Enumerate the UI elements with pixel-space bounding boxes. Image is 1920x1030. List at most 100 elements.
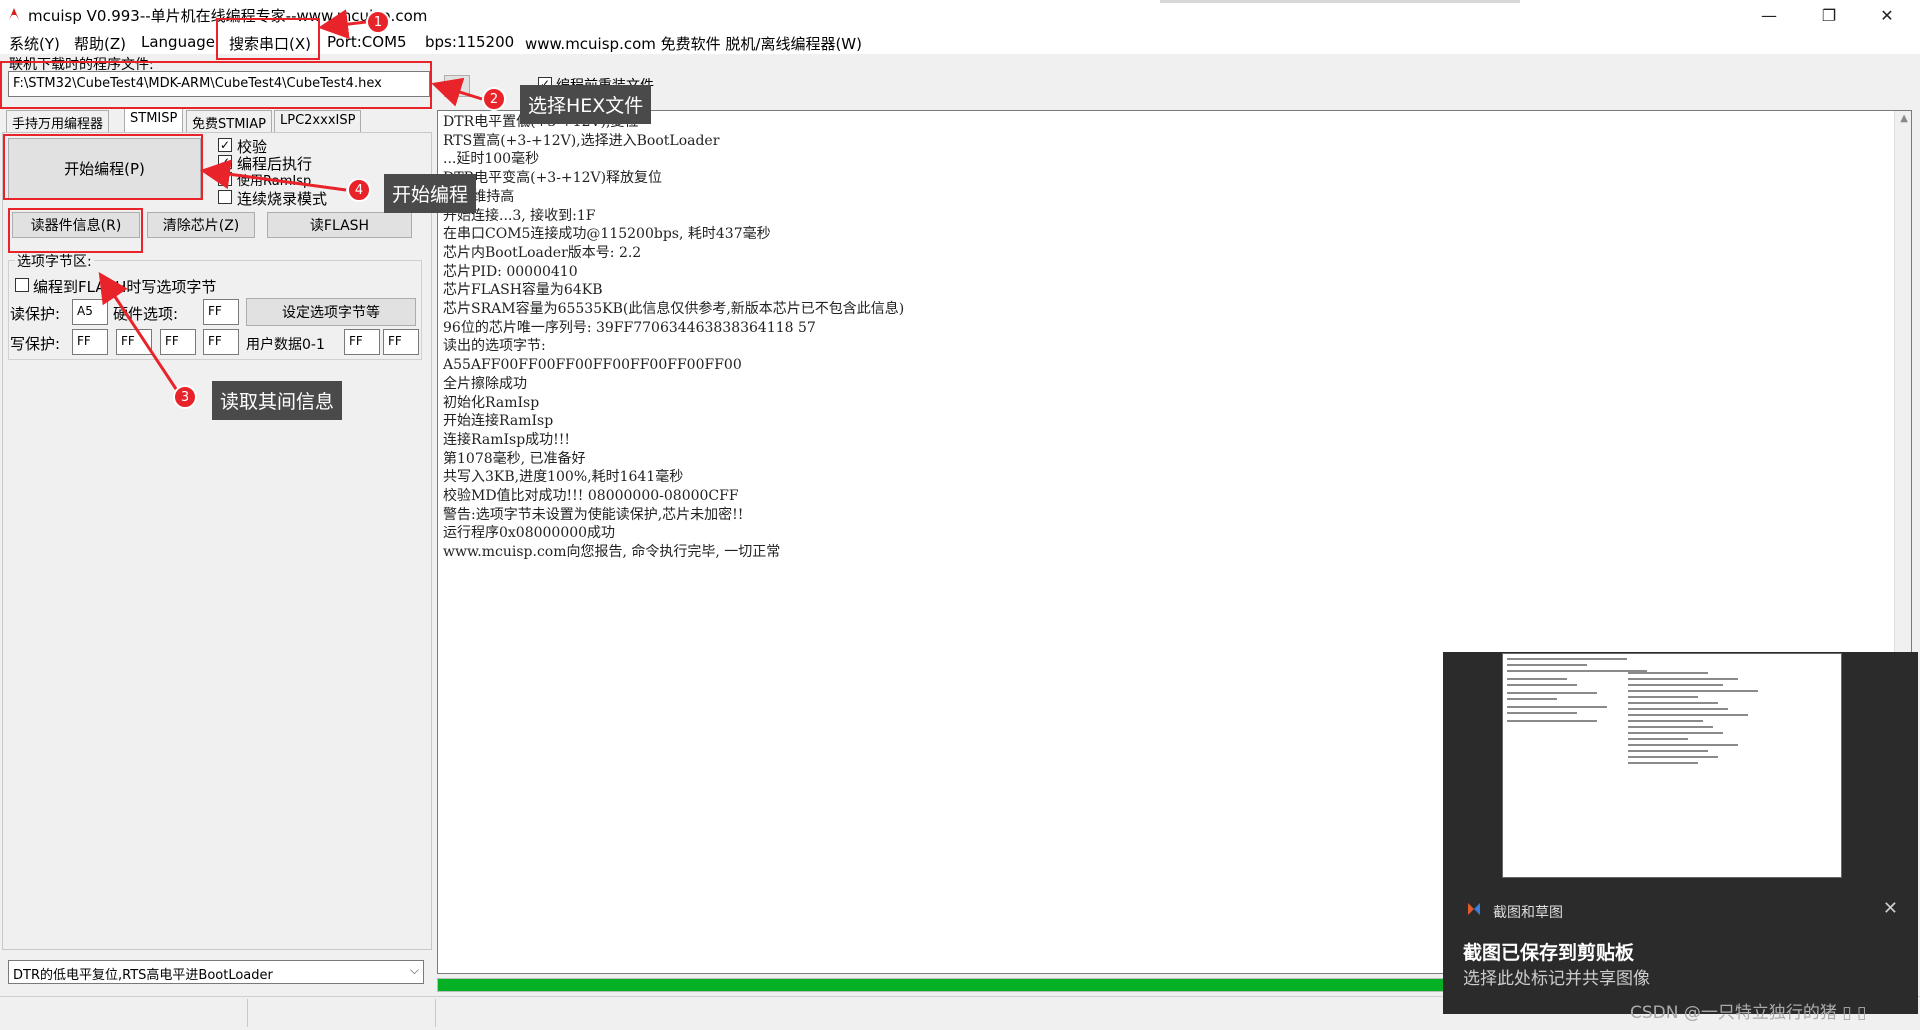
menu-site[interactable]: www.mcuisp.com 免费软件 脱机/离线编程器(W) (525, 33, 862, 54)
thumbnail-line (1507, 692, 1597, 694)
log-line: 在串口COM5连接成功@115200bps, 耗时437毫秒 (443, 226, 771, 243)
write-protect-label: 写保护: (10, 335, 61, 353)
scroll-up-icon[interactable]: ▲ (1900, 113, 1908, 124)
log-line: 开始连接RamIsp (443, 413, 554, 430)
menu-system[interactable]: 系统(Y) (9, 33, 60, 54)
thumbnail-line (1628, 756, 1718, 758)
log-line: ...延时100毫秒 (443, 151, 540, 168)
use-ramisp-checkbox[interactable]: ✓ (218, 172, 232, 186)
log-line: DTR电平变高(+3-+12V)释放复位 (443, 170, 663, 187)
set-option-bytes-button[interactable]: 设定选项字节等 (246, 298, 416, 326)
step-1-badge: 1 (366, 10, 390, 34)
thumbnail-line (1628, 732, 1723, 734)
read-protect-input[interactable]: A5 (72, 299, 108, 325)
tab-stmisp[interactable]: STMISP (124, 108, 184, 132)
thumbnail-line (1507, 670, 1647, 672)
thumbnail-line (1628, 714, 1748, 716)
log-line: 运行程序0x08000000成功 (443, 525, 616, 542)
log-line: 开始连接...3, 接收到:1F (443, 207, 596, 224)
snip-sketch-icon (1468, 903, 1480, 915)
log-line: 读出的选项字节: (443, 338, 546, 355)
thumbnail-line (1507, 658, 1627, 660)
csdn-watermark: CSDN @一只特立独行的猪 ▯ ▯ (1630, 1003, 1867, 1023)
tab-universal[interactable]: 手持万用编程器 (6, 110, 110, 132)
thumbnail-line (1507, 720, 1597, 722)
maximize-button[interactable]: ❐ (1800, 0, 1858, 30)
user-data-input-1[interactable]: FF (383, 329, 419, 355)
highlight-search-port (216, 18, 320, 60)
toast-subtitle: 选择此处标记并共享图像 (1463, 969, 1650, 989)
log-line: 96位的芯片唯一序列号: 39FF770634463838364118 57 (443, 319, 816, 336)
step-3-badge: 3 (173, 385, 197, 409)
use-ramisp-label: 使用RamIsp (237, 174, 312, 189)
thumbnail-line (1628, 684, 1723, 686)
thumbnail-line (1628, 672, 1708, 674)
log-line: 连接RamIsp成功!!! (443, 431, 571, 448)
thumbnail-line (1628, 738, 1688, 740)
log-line: DTR电平置低(+3-+12V),复位 (439, 113, 904, 132)
log-line: A55AFF00FF00FF00FF00FF00FF00FF00 (443, 357, 742, 374)
run-after-checkbox[interactable]: ✓ (218, 155, 232, 169)
highlight-read-info (8, 208, 143, 253)
menu-language[interactable]: Language (141, 33, 215, 51)
erase-chip-button[interactable]: 清除芯片(Z) (147, 212, 255, 238)
thumbnail-line (1507, 664, 1587, 666)
tab-stmiap[interactable]: 免费STMIAP (186, 110, 272, 132)
write-option-bytes-label: 编程到FLASH时写选项字节 (33, 278, 217, 296)
thumbnail-line (1628, 762, 1698, 764)
user-data-input-0[interactable]: FF (344, 329, 380, 355)
write-protect-input-2[interactable]: FF (160, 329, 196, 355)
write-option-bytes-checkbox[interactable] (15, 278, 29, 292)
thumbnail-line (1507, 698, 1557, 700)
thumbnail-line (1628, 726, 1713, 728)
snip-toast-notification[interactable]: 截图和草图 ✕ 截图已保存到剪贴板 选择此处标记并共享图像 (1443, 652, 1918, 1014)
thumbnail-line (1628, 690, 1758, 692)
menu-bps[interactable]: bps:115200 (425, 33, 514, 51)
log-line: 芯片内BootLoader版本号: 2.2 (443, 244, 642, 261)
callout-select-hex: 选择HEX文件 (520, 85, 652, 124)
step-2-badge: 2 (482, 87, 506, 111)
toast-app-name: 截图和草图 (1493, 905, 1563, 921)
toast-close-icon[interactable]: ✕ (1883, 898, 1898, 919)
reset-mode-select[interactable]: DTR的低电平复位,RTS高电平进BootLoader ⌵ (8, 960, 424, 984)
log-line: 第1078毫秒, 已准备好 (443, 450, 586, 467)
menu-help[interactable]: 帮助(Z) (74, 33, 126, 54)
log-line: www.mcuisp.com向您报告, 命令执行完毕, 一切正常 (443, 544, 781, 561)
log-line: 初始化RamIsp (443, 394, 540, 411)
menu-port[interactable]: Port:COM5 (327, 33, 407, 51)
popup-edge (1160, 0, 1520, 3)
log-line: 芯片SRAM容量为65535KB(此信息仅供参考,新版本芯片已不包含此信息) (443, 301, 905, 318)
thumbnail-line (1628, 696, 1698, 698)
close-button[interactable]: ✕ (1858, 0, 1916, 30)
highlight-start-program (3, 134, 203, 200)
status-cell-1 (0, 999, 248, 1027)
hw-option-input[interactable]: FF (203, 299, 239, 325)
log-line: RTS置高(+3-+12V),选择进入BootLoader (443, 132, 720, 149)
log-line: 全片擦除成功 (443, 375, 527, 392)
thumbnail-line (1628, 708, 1728, 710)
toast-title: 截图已保存到剪贴板 (1463, 942, 1635, 964)
continuous-label: 连续烧录模式 (237, 190, 328, 208)
verify-checkbox[interactable]: ✓ (218, 138, 232, 152)
thumbnail-line (1628, 702, 1718, 704)
browse-file-button[interactable] (444, 75, 470, 97)
minimize-button[interactable]: — (1740, 0, 1798, 30)
read-flash-button[interactable]: 读FLASH (267, 212, 412, 238)
log-line: 芯片FLASH容量为64KB (443, 282, 603, 299)
screenshot-thumbnail[interactable] (1502, 653, 1842, 878)
callout-start-program: 开始编程 (384, 174, 477, 213)
write-protect-input-1[interactable]: FF (116, 329, 152, 355)
thumbnail-line (1507, 706, 1607, 708)
continuous-checkbox[interactable] (218, 190, 232, 204)
chevron-down-icon: ⌵ (409, 963, 419, 977)
write-protect-input-3[interactable]: FF (203, 329, 239, 355)
user-data-label: 用户数据0-1 (246, 337, 325, 353)
thumbnail-line (1628, 678, 1738, 680)
read-protect-label: 读保护: (10, 305, 61, 323)
tab-lpc[interactable]: LPC2xxxISP (274, 110, 362, 132)
thumbnail-line (1507, 712, 1577, 714)
log-line: 芯片PID: 00000410 (443, 263, 578, 280)
log-line: 校验MD值比对成功!!! 08000000-08000CFF (443, 488, 739, 505)
write-protect-input-0[interactable]: FF (72, 329, 108, 355)
highlight-file-path (0, 61, 432, 109)
